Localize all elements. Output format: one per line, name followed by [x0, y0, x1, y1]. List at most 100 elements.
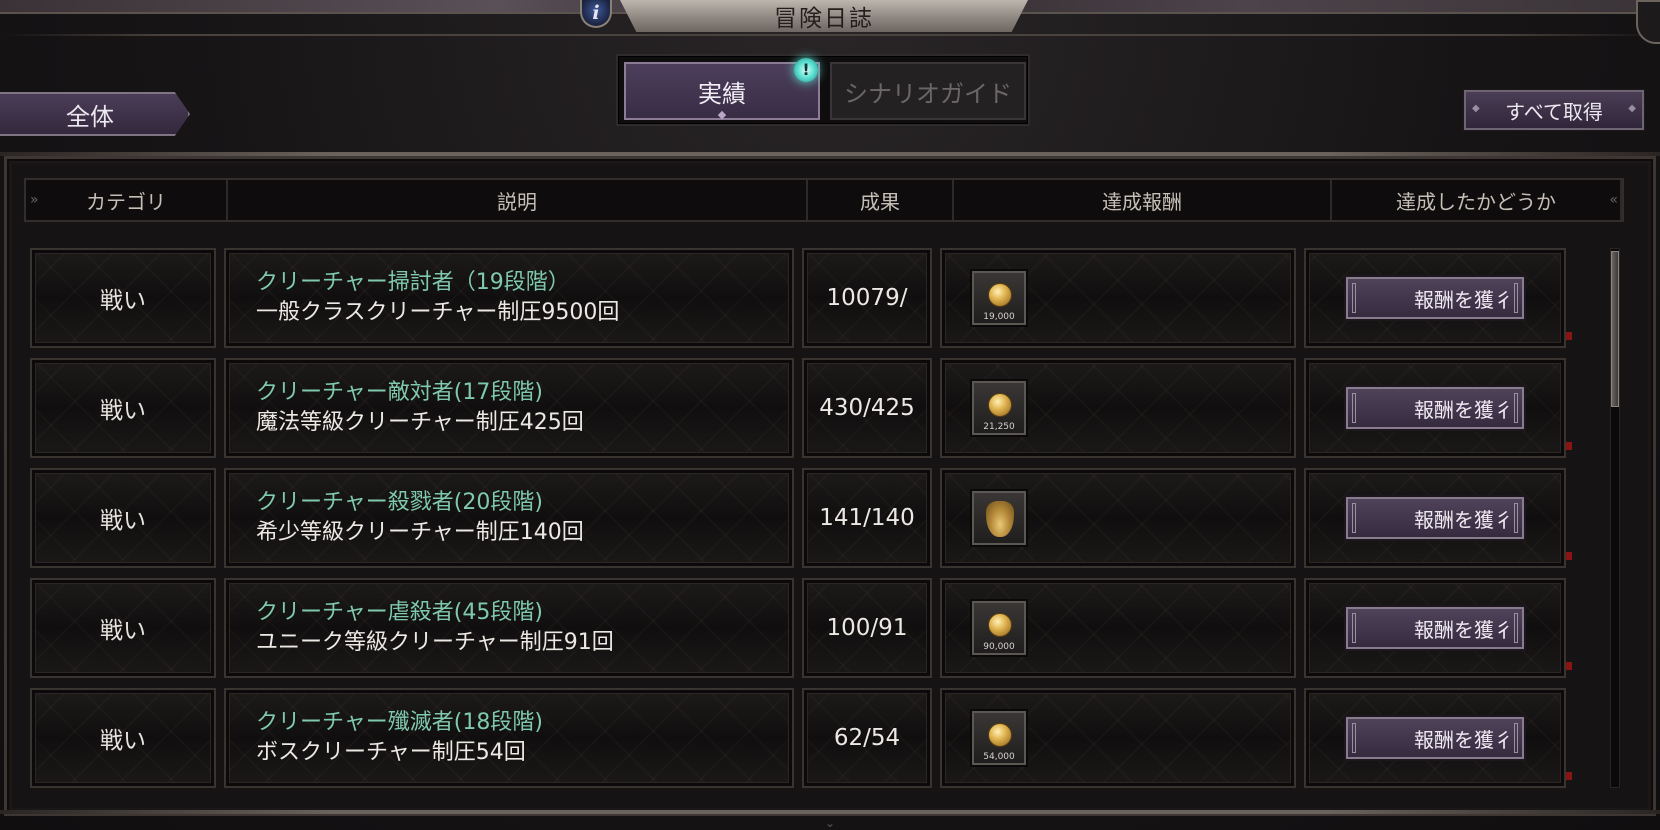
bottom-ornament-icon: ⌄ — [824, 816, 836, 830]
row-description: クリーチャー敵対者(17段階) 魔法等級クリーチャー制圧425回 — [224, 358, 794, 458]
button-right-ornament — [1514, 723, 1518, 753]
row-description: クリーチャー殲滅者(18段階) ボスクリーチャー制圧54回 — [224, 688, 794, 788]
button-left-ornament — [1352, 723, 1356, 753]
gold-coin-icon — [988, 613, 1012, 637]
achievement-desc: ボスクリーチャー制圧54回 — [256, 740, 526, 765]
row-category: 戦い — [30, 248, 216, 348]
row-category: 戦い — [30, 358, 216, 458]
claim-reward-button[interactable]: 報酬を獲彳 — [1344, 275, 1526, 321]
tab-achievements-label: 実績 — [698, 79, 746, 108]
header-divider — [0, 34, 1660, 36]
adventure-journal-window: i 冒険日誌 実績 ◆ シナリオガイド ! 全体 すべて取得 » カテゴリ 説明… — [0, 0, 1660, 830]
achievement-desc: 希少等級クリーチャー制圧140回 — [256, 520, 584, 545]
row-reward: 54,000 — [940, 688, 1296, 788]
claim-reward-label: 報酬を獲彳 — [1414, 397, 1514, 422]
row-category: 戦い — [30, 468, 216, 568]
achievement-list: 戦い クリーチャー掃討者（19段階） 一般クラスクリーチャー制圧9500回 10… — [30, 248, 1596, 798]
row-completed: 報酬を獲彳 — [1304, 578, 1572, 678]
button-left-ornament — [1352, 393, 1356, 423]
category-filter-button[interactable]: 全体 — [0, 92, 190, 136]
reward-slot[interactable]: 90,000 — [972, 601, 1026, 655]
reward-amount: 54,000 — [983, 752, 1015, 762]
reward-slot[interactable]: 19,000 — [972, 271, 1026, 325]
button-right-ornament — [1514, 283, 1518, 313]
reward-amount: 90,000 — [983, 642, 1015, 652]
button-left-ornament — [1352, 613, 1356, 643]
corner-ornament — [1636, 0, 1660, 44]
claim-reward-button[interactable]: 報酬を獲彳 — [1344, 495, 1526, 541]
red-marker — [1566, 772, 1572, 780]
reward-slot[interactable]: 54,000 — [972, 711, 1026, 765]
table-header: » カテゴリ 説明 成果 達成報酬 達成したかどうか « — [24, 178, 1624, 222]
gold-coin-icon — [988, 393, 1012, 417]
scrollbar[interactable] — [1610, 248, 1620, 788]
achievement-title: クリーチャー殲滅者(18段階) — [256, 710, 543, 735]
tab-scenario-guide[interactable]: シナリオガイド — [830, 62, 1026, 120]
active-tab-gem-icon: ◆ — [717, 108, 727, 121]
claim-reward-label: 報酬を獲彳 — [1414, 507, 1514, 532]
achievement-title: クリーチャー掃討者（19段階） — [256, 270, 570, 295]
claim-reward-label: 報酬を獲彳 — [1414, 727, 1514, 752]
scrollbar-thumb[interactable] — [1611, 251, 1619, 407]
claim-reward-button[interactable]: 報酬を獲彳 — [1344, 605, 1526, 651]
panel-bottom-border — [0, 810, 1660, 814]
row-category: 戦い — [30, 688, 216, 788]
button-right-ornament — [1514, 393, 1518, 423]
row-result: 62/54 — [802, 688, 932, 788]
tab-achievements[interactable]: 実績 ◆ — [624, 62, 820, 120]
notification-badge-icon: ! — [794, 58, 818, 82]
gold-bag-icon — [986, 501, 1014, 537]
collect-all-label: すべて取得 — [1505, 99, 1603, 124]
button-left-ornament — [1352, 503, 1356, 533]
info-icon[interactable]: i — [580, 0, 612, 28]
header-right-ornament-icon: « — [1609, 192, 1618, 208]
collect-all-button[interactable]: すべて取得 — [1463, 89, 1645, 131]
red-marker — [1566, 662, 1572, 670]
achievement-title: クリーチャー虐殺者(45段階) — [256, 600, 543, 625]
gold-coin-icon — [988, 283, 1012, 307]
claim-reward-label: 報酬を獲彳 — [1414, 617, 1514, 642]
tab-scenario-guide-label: シナリオガイド — [844, 79, 1012, 108]
button-left-ornament — [1352, 283, 1356, 313]
row-result: 10079/ — [802, 248, 932, 348]
table-row: 戦い クリーチャー掃討者（19段階） 一般クラスクリーチャー制圧9500回 10… — [30, 248, 1596, 348]
row-category: 戦い — [30, 578, 216, 678]
header-left-ornament-icon: » — [30, 192, 39, 208]
table-row: 戦い クリーチャー殲滅者(18段階) ボスクリーチャー制圧54回 62/54 5… — [30, 688, 1596, 788]
window-title-plate: 冒険日誌 — [620, 0, 1028, 32]
reward-slot[interactable] — [972, 491, 1026, 545]
row-description: クリーチャー虐殺者(45段階) ユニーク等級クリーチャー制圧91回 — [224, 578, 794, 678]
button-right-ornament — [1514, 613, 1518, 643]
reward-amount: 21,250 — [983, 422, 1015, 432]
achievement-title: クリーチャー敵対者(17段階) — [256, 380, 543, 405]
row-completed: 報酬を獲彳 — [1304, 468, 1572, 568]
header-completed: 達成したかどうか — [1332, 180, 1622, 220]
row-description: クリーチャー殺戮者(20段階) 希少等級クリーチャー制圧140回 — [224, 468, 794, 568]
header-category: カテゴリ — [26, 180, 228, 220]
table-row: 戦い クリーチャー殺戮者(20段階) 希少等級クリーチャー制圧140回 141/… — [30, 468, 1596, 568]
row-reward — [940, 468, 1296, 568]
row-result: 430/425 — [802, 358, 932, 458]
row-result: 141/140 — [802, 468, 932, 568]
header-result: 成果 — [808, 180, 954, 220]
tab-group: 実績 ◆ シナリオガイド — [616, 54, 1030, 126]
row-completed: 報酬を獲彳 — [1304, 688, 1572, 788]
reward-slot[interactable]: 21,250 — [972, 381, 1026, 435]
achievement-desc: 魔法等級クリーチャー制圧425回 — [256, 410, 584, 435]
claim-reward-label: 報酬を獲彳 — [1414, 287, 1514, 312]
achievement-title: クリーチャー殺戮者(20段階) — [256, 490, 543, 515]
category-filter-label: 全体 — [66, 102, 114, 131]
row-completed: 報酬を獲彳 — [1304, 248, 1572, 348]
header-description: 説明 — [228, 180, 808, 220]
achievement-desc: 一般クラスクリーチャー制圧9500回 — [256, 300, 620, 325]
table-row: 戦い クリーチャー虐殺者(45段階) ユニーク等級クリーチャー制圧91回 100… — [30, 578, 1596, 678]
header-reward: 達成報酬 — [954, 180, 1332, 220]
claim-reward-button[interactable]: 報酬を獲彳 — [1344, 715, 1526, 761]
table-row: 戦い クリーチャー敵対者(17段階) 魔法等級クリーチャー制圧425回 430/… — [30, 358, 1596, 458]
button-right-ornament — [1514, 503, 1518, 533]
gold-coin-icon — [988, 723, 1012, 747]
claim-reward-button[interactable]: 報酬を獲彳 — [1344, 385, 1526, 431]
window-title: 冒険日誌 — [774, 6, 874, 32]
reward-amount: 19,000 — [983, 312, 1015, 322]
row-reward: 19,000 — [940, 248, 1296, 348]
